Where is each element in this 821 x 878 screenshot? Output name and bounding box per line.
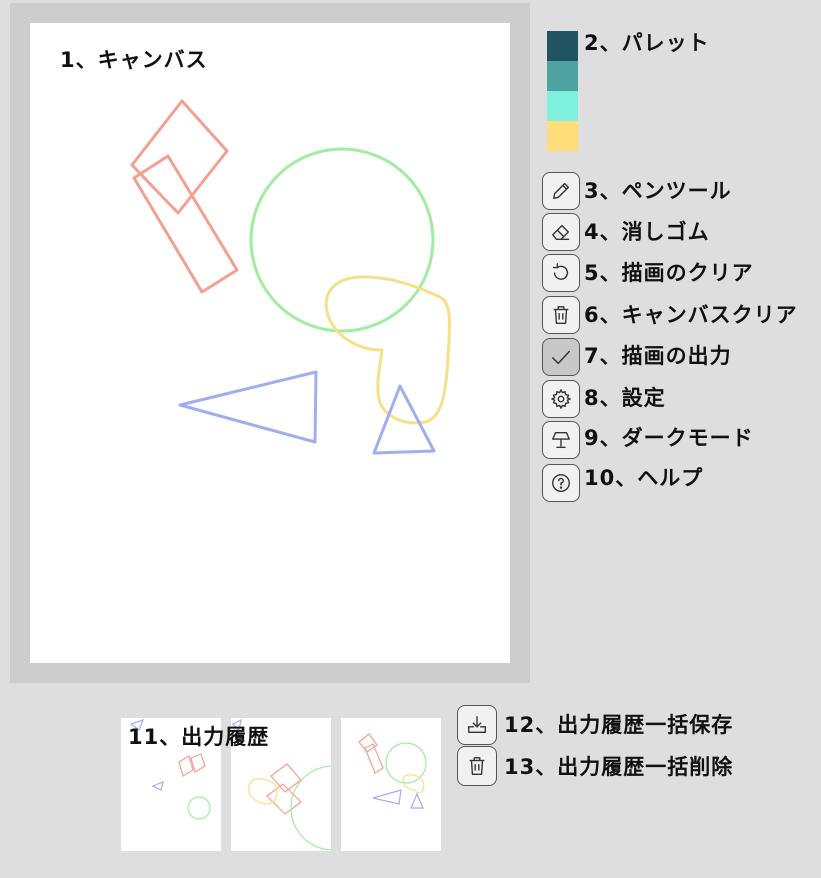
eraser-button[interactable] xyxy=(542,213,580,251)
history-thumbnail-3-drawing xyxy=(358,733,427,809)
trash-icon xyxy=(469,757,485,775)
stroke-yellow-heart xyxy=(324,275,451,425)
undo-icon xyxy=(552,263,569,280)
clear-drawing-label: 5、描画のクリア xyxy=(584,261,754,285)
eraser-label: 4、消しゴム xyxy=(584,220,710,244)
history-label: 11、出力履歴 xyxy=(128,725,270,749)
gear-icon xyxy=(551,389,571,409)
eraser-icon xyxy=(552,224,570,241)
history-thumbnail-3[interactable] xyxy=(341,718,441,851)
palette-color-3[interactable] xyxy=(547,91,578,121)
palette-label: 2、パレット xyxy=(584,31,710,55)
clear-canvas-button[interactable] xyxy=(542,296,580,334)
help-button[interactable] xyxy=(542,464,580,502)
canvas-label: 1、キャンバス xyxy=(60,48,208,72)
check-icon xyxy=(552,350,570,365)
pen-tool-button[interactable] xyxy=(542,172,580,210)
stroke-red-rect-2 xyxy=(132,154,239,294)
clear-canvas-label: 6、キャンバスクリア xyxy=(584,303,798,327)
download-icon xyxy=(468,716,486,734)
drawing-canvas[interactable]: 1、キャンバス xyxy=(30,23,510,663)
palette-color-4[interactable] xyxy=(547,121,578,151)
stroke-blue-triangle-1 xyxy=(178,370,318,444)
canvas-drawing xyxy=(130,99,451,455)
stroke-blue-triangle-2 xyxy=(372,384,436,455)
pen-tool-label: 3、ペンツール xyxy=(584,179,732,203)
clear-drawing-button[interactable] xyxy=(542,254,580,292)
save-all-history-label: 12、出力履歴一括保存 xyxy=(504,713,734,737)
export-drawing-label: 7、描画の出力 xyxy=(584,344,732,368)
help-label: 10、ヘルプ xyxy=(584,466,704,490)
save-all-history-button[interactable] xyxy=(457,705,497,745)
settings-label: 8、設定 xyxy=(584,386,666,410)
dark-mode-button[interactable] xyxy=(542,421,580,459)
settings-button[interactable] xyxy=(542,380,580,418)
trash-icon xyxy=(553,306,569,324)
delete-all-history-button[interactable] xyxy=(457,746,497,786)
canvas-frame: 1、キャンバス xyxy=(10,3,530,683)
palette-color-2[interactable] xyxy=(547,61,578,91)
export-drawing-button[interactable] xyxy=(542,338,580,376)
palette-color-1[interactable] xyxy=(547,31,578,61)
delete-all-history-label: 13、出力履歴一括削除 xyxy=(504,755,734,779)
stroke-green-circle xyxy=(249,147,435,333)
lamp-icon xyxy=(552,431,570,449)
help-icon xyxy=(552,474,570,492)
dark-mode-label: 9、ダークモード xyxy=(584,426,754,450)
pencil-icon xyxy=(552,182,570,200)
